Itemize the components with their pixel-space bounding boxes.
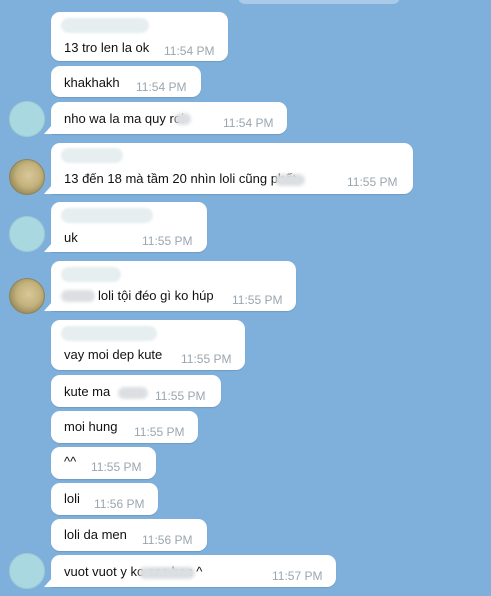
message-text: loli da men bbox=[64, 527, 127, 542]
redacted-text bbox=[275, 174, 305, 186]
message-time: 11:54 PM bbox=[136, 80, 187, 94]
sender-avatar[interactable] bbox=[9, 553, 45, 589]
message-bubble[interactable]: nho wa la ma quy roi 11:54 PM bbox=[44, 102, 287, 134]
sender-name-blurred bbox=[61, 18, 149, 33]
message-time: 11:55 PM bbox=[232, 293, 283, 307]
message-text: 13 tro len la ok bbox=[64, 40, 150, 55]
sender-avatar[interactable] bbox=[9, 159, 45, 195]
sender-name-blurred bbox=[61, 148, 123, 163]
message-bubble[interactable]: 13 tro len la ok 11:54 PM bbox=[51, 12, 228, 61]
message-text: ^^ bbox=[64, 454, 77, 469]
message-text: vay moi dep kute bbox=[64, 347, 163, 362]
message-bubble[interactable]: loli tội đéo gì ko húp 11:55 PM bbox=[44, 261, 296, 311]
sender-avatar[interactable] bbox=[9, 216, 45, 252]
message-time: 11:57 PM bbox=[272, 569, 323, 583]
sender-name-blurred bbox=[61, 326, 157, 341]
message-text: kute ma bbox=[64, 384, 111, 399]
redacted-text bbox=[118, 387, 148, 399]
message-time: 11:56 PM bbox=[94, 497, 145, 511]
message-time: 11:56 PM bbox=[142, 533, 193, 547]
message-text: loli bbox=[64, 491, 80, 506]
message-bubble[interactable]: vay moi dep kute 11:55 PM bbox=[51, 320, 245, 370]
message-text: khakhakh bbox=[64, 75, 120, 90]
message-time: 11:55 PM bbox=[347, 175, 398, 189]
message-text: loli tội đéo gì ko húp bbox=[98, 288, 214, 303]
message-time: 11:55 PM bbox=[91, 460, 142, 474]
message-text: uk bbox=[64, 230, 78, 245]
sender-name-blurred bbox=[61, 208, 153, 223]
message-text: 13 đến 18 mà tầm 20 nhìn loli cũng phết bbox=[64, 171, 296, 186]
message-time: 11:55 PM bbox=[155, 389, 206, 403]
message-bubble[interactable]: ^^ 11:55 PM bbox=[51, 447, 156, 479]
message-time: 11:54 PM bbox=[223, 116, 274, 130]
sender-name-blurred bbox=[61, 267, 121, 282]
message-bubble[interactable]: loli da men 11:56 PM bbox=[51, 519, 207, 551]
message-bubble[interactable]: vuot vuot y ko cac bac ^ 11:57 PM bbox=[44, 555, 336, 587]
redacted-text bbox=[139, 567, 195, 579]
message-bubble[interactable]: loli 11:56 PM bbox=[51, 483, 158, 515]
message-text: moi hung bbox=[64, 419, 118, 434]
message-bubble[interactable]: uk 11:55 PM bbox=[44, 202, 207, 252]
message-bubble[interactable]: khakhakh 11:54 PM bbox=[51, 66, 201, 97]
message-time: 11:55 PM bbox=[181, 352, 232, 366]
message-time: 11:54 PM bbox=[164, 44, 215, 58]
sender-avatar[interactable] bbox=[9, 278, 45, 314]
message-bubble[interactable]: moi hung 11:55 PM bbox=[51, 411, 198, 443]
message-time: 11:55 PM bbox=[142, 234, 193, 248]
top-edge-bubble bbox=[238, 0, 400, 4]
redacted-text bbox=[61, 290, 95, 302]
message-time: 11:55 PM bbox=[134, 425, 185, 439]
message-bubble[interactable]: kute ma 11:55 PM bbox=[51, 375, 221, 407]
redacted-text bbox=[175, 113, 191, 125]
message-bubble[interactable]: 13 đến 18 mà tầm 20 nhìn loli cũng phết … bbox=[44, 143, 413, 194]
message-text: nho wa la ma quy roi bbox=[64, 111, 184, 126]
sender-avatar[interactable] bbox=[9, 101, 45, 137]
